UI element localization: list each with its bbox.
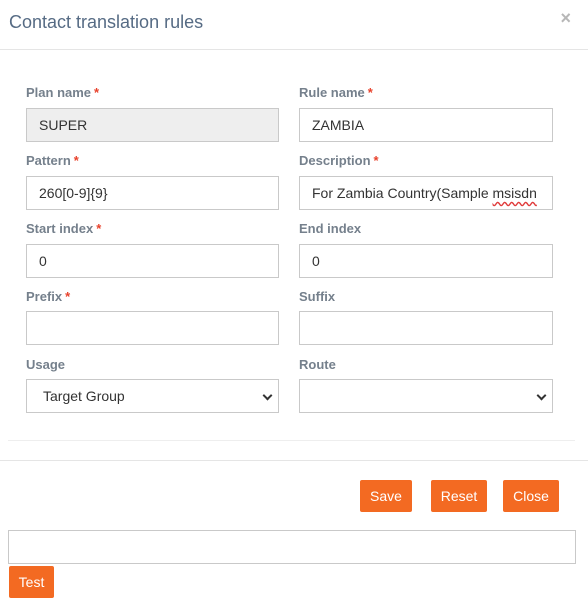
pattern-value: 260[0-9]{9}	[39, 185, 108, 201]
description-value: For Zambia Country(Sample	[312, 185, 493, 201]
rule-name-label-text: Rule name	[299, 85, 365, 100]
plan-name-field: SUPER	[26, 108, 279, 142]
end-index-value: 0	[312, 253, 320, 269]
start-index-field[interactable]: 0	[26, 244, 279, 278]
chevron-down-icon	[536, 390, 547, 401]
footer-divider	[0, 460, 588, 461]
description-label-text: Description	[299, 153, 371, 168]
required-marker: *	[73, 153, 79, 168]
end-index-label-text: End index	[299, 221, 362, 236]
close-button[interactable]: Close	[503, 480, 559, 512]
route-label: Route	[299, 357, 336, 373]
test-button[interactable]: Test	[9, 566, 54, 598]
pattern-field[interactable]: 260[0-9]{9}	[26, 176, 279, 210]
route-select[interactable]	[299, 379, 553, 413]
form-divider	[8, 440, 575, 441]
prefix-label-text: Prefix	[26, 289, 63, 304]
save-button[interactable]: Save	[360, 480, 412, 512]
rule-name-value: ZAMBIA	[312, 117, 365, 133]
chevron-down-icon	[262, 390, 273, 401]
prefix-label: Prefix *	[26, 289, 70, 305]
pattern-label-text: Pattern	[26, 153, 71, 168]
test-input[interactable]	[8, 530, 576, 564]
required-marker: *	[367, 85, 373, 100]
description-field[interactable]: For Zambia Country(Sample msisdn	[299, 176, 553, 210]
end-index-label: End index	[299, 221, 361, 237]
suffix-label: Suffix	[299, 289, 335, 305]
required-marker: *	[373, 153, 379, 168]
plan-name-label: Plan name *	[26, 85, 99, 101]
required-marker: *	[65, 289, 71, 304]
start-index-value: 0	[39, 253, 47, 269]
rule-name-field[interactable]: ZAMBIA	[299, 108, 553, 142]
plan-name-value: SUPER	[39, 117, 88, 133]
dialog-header: Contact translation rules ×	[0, 0, 588, 50]
usage-label: Usage	[26, 357, 65, 373]
route-label-text: Route	[299, 357, 336, 372]
prefix-field[interactable]	[26, 311, 279, 345]
suffix-label-text: Suffix	[299, 289, 336, 304]
usage-label-text: Usage	[26, 357, 66, 372]
description-label: Description *	[299, 153, 379, 169]
end-index-field[interactable]: 0	[299, 244, 553, 278]
close-icon[interactable]: ×	[560, 8, 571, 28]
pattern-label: Pattern *	[26, 153, 79, 169]
rule-name-label: Rule name *	[299, 85, 373, 101]
suffix-field[interactable]	[299, 311, 553, 345]
start-index-label: Start index *	[26, 221, 101, 237]
plan-name-label-text: Plan name	[26, 85, 92, 100]
start-index-label-text: Start index	[26, 221, 94, 236]
misspelled-word: msisdn	[492, 185, 537, 201]
required-marker: *	[94, 85, 100, 100]
usage-select[interactable]: Target Group	[26, 379, 279, 413]
reset-button[interactable]: Reset	[431, 480, 487, 512]
usage-selected-value: Target Group	[43, 388, 125, 404]
required-marker: *	[96, 221, 102, 236]
dialog-title: Contact translation rules	[9, 12, 204, 32]
